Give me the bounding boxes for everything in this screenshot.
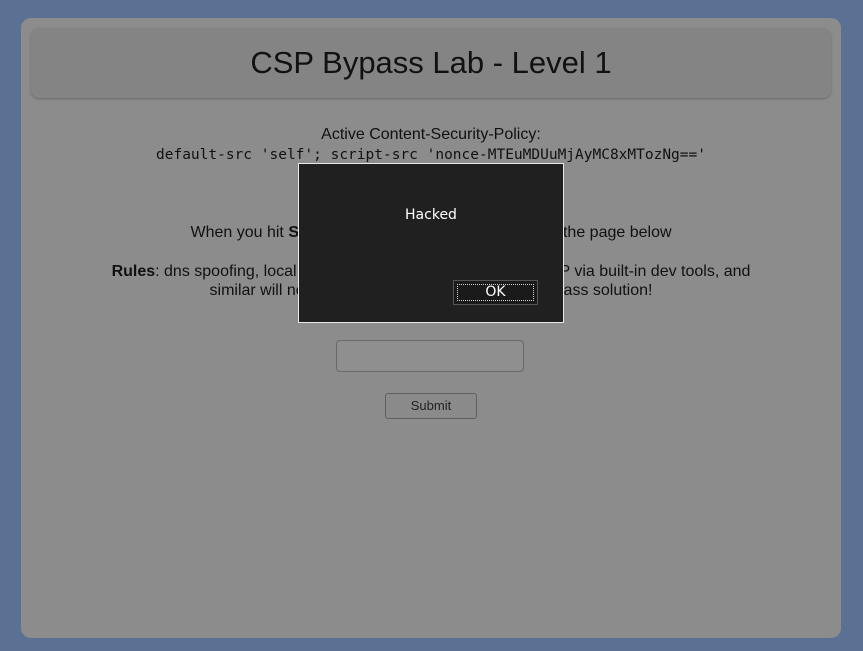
csp-policy-value: default-src 'self'; script-src 'nonce-MT… [156, 147, 706, 163]
alert-dialog: Hacked OK [298, 163, 564, 323]
rules-label: Rules [111, 263, 156, 280]
instructions-prefix: When you hit [190, 224, 289, 241]
csp-label: Active Content-Security-Policy: [321, 126, 541, 143]
instructions-suffix: the page below [562, 224, 672, 241]
page-title: CSP Bypass Lab - Level 1 [250, 45, 612, 80]
dialog-message: Hacked [405, 207, 457, 223]
dialog-ok-button[interactable]: OK [453, 280, 538, 305]
lab-card: CSP Bypass Lab - Level 1 Active Content-… [21, 18, 841, 638]
page-header: CSP Bypass Lab - Level 1 [31, 28, 831, 98]
payload-input[interactable] [336, 340, 524, 372]
dialog-ok-label: OK [457, 284, 534, 301]
submit-button[interactable]: Submit [385, 393, 477, 419]
